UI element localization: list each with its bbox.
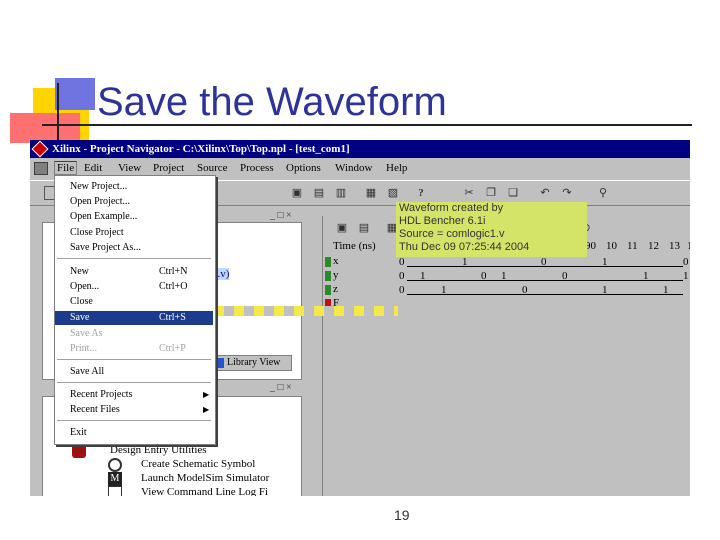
menu-item-new[interactable]: New Ctrl+N — [55, 265, 213, 279]
menu-item-exit[interactable]: Exit — [55, 426, 213, 440]
open-folder-icon[interactable]: ▣ — [290, 186, 304, 200]
menu-item-close-project[interactable]: Close Project — [55, 226, 213, 240]
menu-item-save-project-as[interactable]: Save Project As... — [55, 241, 213, 255]
view-icon[interactable]: ▦ — [364, 186, 378, 200]
slide-title: Save the Waveform — [97, 80, 447, 124]
menu-options[interactable]: Options — [286, 162, 321, 174]
menu-item-close[interactable]: Close — [55, 295, 213, 309]
process-view-command-log[interactable]: View Command Line Log Fi — [141, 486, 268, 496]
menu-item-recent-projects[interactable]: Recent Projects ▶ — [55, 388, 213, 402]
signal-x-marker — [325, 257, 331, 267]
modelsim-icon: M — [108, 472, 122, 486]
library-tab-label: Library View — [227, 357, 281, 368]
menu-process[interactable]: Process — [240, 162, 274, 174]
process-launch-modelsim[interactable]: Launch ModelSim Simulator — [141, 472, 269, 484]
refresh-icon — [108, 458, 122, 472]
waveform-window: ▣ ▤ ▦ ⌖ ⇥ 16 10 2 ⊕ ⊖ ⊙ Time (ns) 0 10 2… — [322, 216, 690, 496]
signal-y-value: 0 — [399, 270, 405, 282]
menu-project[interactable]: Project — [153, 162, 184, 174]
signal-y-value: 1 — [683, 270, 689, 282]
time-tick: 10 — [606, 240, 617, 252]
time-tick: 11 — [627, 240, 638, 252]
menu-item-open-example[interactable]: Open Example... — [55, 210, 213, 224]
xilinx-logo-icon — [31, 140, 49, 158]
redo-icon[interactable]: ↷ — [560, 186, 574, 200]
menu-separator — [57, 382, 211, 383]
pane-window-buttons[interactable]: _ □ × — [270, 210, 292, 221]
signal-x-trace — [407, 266, 683, 267]
window-title: Xilinx - Project Navigator - C:\Xilinx\T… — [52, 143, 350, 155]
signal-y-trace — [407, 280, 683, 281]
comment-line: HDL Bencher 6.1i — [399, 215, 486, 227]
menu-file[interactable]: File — [54, 161, 78, 175]
comment-line: Source = comlogic1.v — [399, 228, 505, 240]
processes-pane-buttons[interactable]: _ □ × — [270, 382, 292, 393]
signal-z-label[interactable]: z — [333, 283, 338, 295]
time-tick: 13 — [669, 240, 680, 252]
signal-z-value: 0 — [399, 284, 405, 296]
save-icon[interactable]: ▤ — [312, 186, 326, 200]
paste-icon[interactable]: ❏ — [506, 186, 520, 200]
process-design-entry-utilities[interactable]: Design Entry Utilities — [110, 444, 207, 456]
signal-x-label[interactable]: x — [333, 255, 339, 267]
menu-help[interactable]: Help — [386, 162, 407, 174]
decoration-red-bar — [10, 113, 80, 143]
waveform-comment: Waveform created by HDL Bencher 6.1i Sou… — [396, 202, 587, 257]
find-icon[interactable]: ⚲ — [596, 186, 610, 200]
signal-y-label[interactable]: y — [333, 269, 339, 281]
menu-item-save-all[interactable]: Save All — [55, 365, 213, 379]
menu-separator — [57, 359, 211, 360]
layout-icon[interactable]: ▧ — [386, 186, 400, 200]
signal-z-trace — [407, 294, 683, 295]
menu-separator — [57, 258, 211, 259]
cut-icon[interactable]: ✂ — [462, 186, 476, 200]
tab-library-view[interactable]: Library View — [210, 355, 292, 371]
menu-item-open-project[interactable]: Open Project... — [55, 195, 213, 209]
system-menu-icon[interactable] — [34, 162, 48, 175]
menu-source[interactable]: Source — [197, 162, 228, 174]
print-icon[interactable]: ▥ — [334, 186, 348, 200]
menu-item-recent-files[interactable]: Recent Files ▶ — [55, 403, 213, 417]
menu-item-new-project[interactable]: New Project... — [55, 180, 213, 194]
page-number: 19 — [394, 507, 410, 523]
menu-item-print[interactable]: Print... Ctrl+P — [55, 342, 213, 356]
menu-item-save[interactable]: Save Ctrl+S — [55, 311, 213, 325]
time-label: Time (ns) — [333, 240, 376, 252]
signal-z-marker — [325, 285, 331, 295]
comment-line: Waveform created by — [399, 202, 504, 214]
undo-icon[interactable]: ↶ — [538, 186, 552, 200]
submenu-arrow-icon: ▶ — [203, 390, 210, 399]
comment-line: Thu Dec 09 07:25:44 2004 — [399, 241, 530, 253]
decoration-blue-square — [55, 78, 95, 110]
time-tick: 12 — [648, 240, 659, 252]
signal-x-value: 0 — [683, 256, 689, 268]
menu-window[interactable]: Window — [335, 162, 372, 174]
copy-icon[interactable]: ❐ — [484, 186, 498, 200]
time-tick: 14 — [687, 240, 690, 252]
utilities-icon — [72, 444, 86, 458]
wave-save-icon[interactable]: ▤ — [357, 221, 371, 235]
signal-x-value: 0 — [399, 256, 405, 268]
menu-separator — [57, 420, 211, 421]
menu-edit[interactable]: Edit — [84, 162, 102, 174]
window-titlebar: Xilinx - Project Navigator - C:\Xilinx\T… — [30, 140, 690, 158]
help-icon[interactable]: ? — [414, 186, 428, 200]
menu-item-save-as[interactable]: Save As — [55, 327, 213, 341]
process-create-schematic-symbol[interactable]: Create Schematic Symbol — [141, 458, 255, 470]
menu-item-open[interactable]: Open... Ctrl+O — [55, 280, 213, 294]
submenu-arrow-icon: ▶ — [203, 405, 210, 414]
signal-y-marker — [325, 271, 331, 281]
file-menu-dropdown: New Project... Open Project... Open Exam… — [54, 175, 216, 445]
menu-view[interactable]: View — [118, 162, 141, 174]
wave-open-icon[interactable]: ▣ — [335, 221, 349, 235]
document-icon — [108, 486, 122, 496]
